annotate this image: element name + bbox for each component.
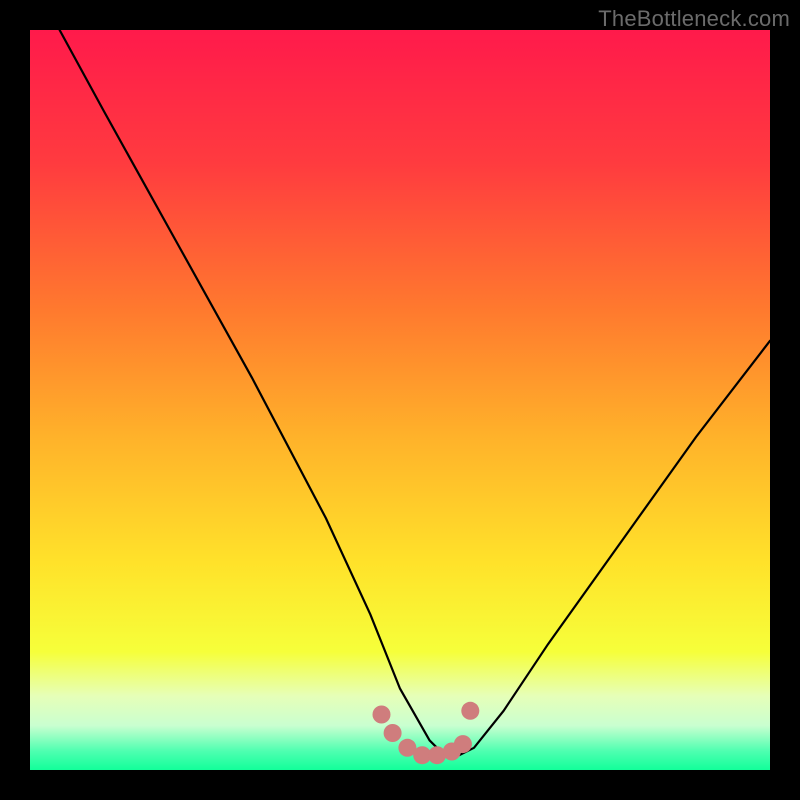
marker-dot [384, 724, 402, 742]
marker-dot [454, 735, 472, 753]
marker-dot [461, 702, 479, 720]
watermark-text: TheBottleneck.com [598, 6, 790, 32]
chart-frame: TheBottleneck.com [0, 0, 800, 800]
marker-dot [373, 706, 391, 724]
bottleneck-curve [60, 30, 770, 755]
plot-area [30, 30, 770, 770]
curve-layer [30, 30, 770, 770]
